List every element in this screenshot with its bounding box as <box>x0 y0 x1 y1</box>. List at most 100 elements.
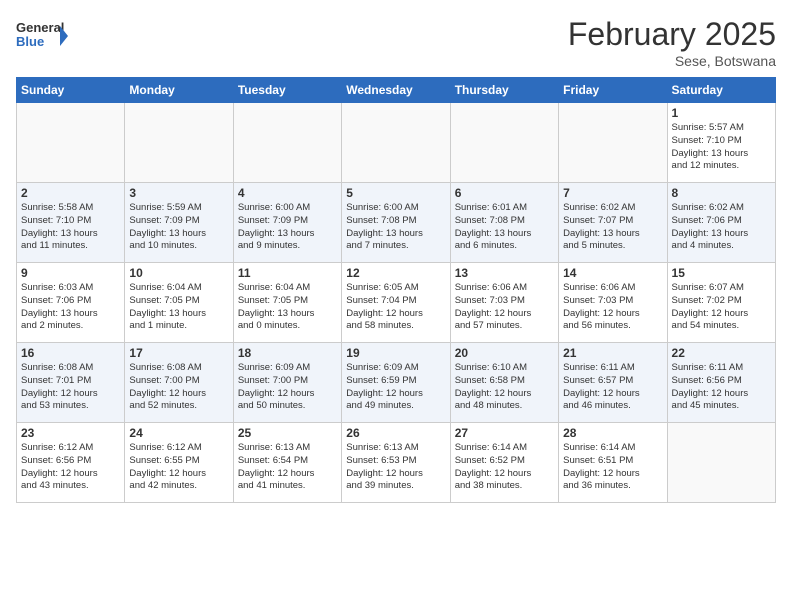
title-section: February 2025 Sese, Botswana <box>568 16 776 69</box>
header-saturday: Saturday <box>667 78 775 103</box>
table-row <box>342 103 450 183</box>
table-row: 1 Sunrise: 5:57 AM Sunset: 7:10 PM Daylig… <box>667 103 775 183</box>
day-number: 11 <box>238 266 337 280</box>
header-thursday: Thursday <box>450 78 558 103</box>
header-monday: Monday <box>125 78 233 103</box>
day-number: 18 <box>238 346 337 360</box>
table-row: 11 Sunrise: 6:04 AM Sunset: 7:05 PM Dayli… <box>233 263 341 343</box>
table-row: 2 Sunrise: 5:58 AM Sunset: 7:10 PM Daylig… <box>17 183 125 263</box>
table-row: 27 Sunrise: 6:14 AM Sunset: 6:52 PM Dayli… <box>450 423 558 503</box>
day-info: Sunrise: 6:11 AM Sunset: 6:57 PM Dayligh… <box>563 362 662 413</box>
table-row <box>233 103 341 183</box>
table-row: 15 Sunrise: 6:07 AM Sunset: 7:02 PM Dayli… <box>667 263 775 343</box>
table-row <box>450 103 558 183</box>
day-info: Sunrise: 6:12 AM Sunset: 6:56 PM Dayligh… <box>21 442 120 493</box>
day-number: 25 <box>238 426 337 440</box>
table-row: 13 Sunrise: 6:06 AM Sunset: 7:03 PM Dayli… <box>450 263 558 343</box>
day-info: Sunrise: 5:59 AM Sunset: 7:09 PM Dayligh… <box>129 202 228 253</box>
table-row: 17Sunrise: 6:08 AM Sunset: 7:00 PM Dayli… <box>125 343 233 423</box>
table-row: 26 Sunrise: 6:13 AM Sunset: 6:53 PM Dayli… <box>342 423 450 503</box>
day-number: 16 <box>21 346 120 360</box>
table-row: 3 Sunrise: 5:59 AM Sunset: 7:09 PM Daylig… <box>125 183 233 263</box>
logo-svg: General Blue <box>16 16 68 56</box>
day-info: Sunrise: 6:10 AM Sunset: 6:58 PM Dayligh… <box>455 362 554 413</box>
day-info: Sunrise: 6:08 AM Sunset: 7:01 PM Dayligh… <box>21 362 120 413</box>
calendar-title: February 2025 <box>568 16 776 53</box>
day-number: 12 <box>346 266 445 280</box>
day-info: Sunrise: 6:02 AM Sunset: 7:07 PM Dayligh… <box>563 202 662 253</box>
table-row: 16 Sunrise: 6:08 AM Sunset: 7:01 PM Dayli… <box>17 343 125 423</box>
day-info: Sunrise: 6:11 AM Sunset: 6:56 PM Dayligh… <box>672 362 771 413</box>
day-number: 26 <box>346 426 445 440</box>
day-info: Sunrise: 6:09 AM Sunset: 7:00 PM Dayligh… <box>238 362 337 413</box>
day-info: Sunrise: 6:03 AM Sunset: 7:06 PM Dayligh… <box>21 282 120 333</box>
day-number: 7 <box>563 186 662 200</box>
logo: General Blue <box>16 16 68 56</box>
day-info: Sunrise: 6:09 AM Sunset: 6:59 PM Dayligh… <box>346 362 445 413</box>
day-number: 6 <box>455 186 554 200</box>
calendar-table: Sunday Monday Tuesday Wednesday Thursday… <box>16 77 776 503</box>
day-info: Sunrise: 6:04 AM Sunset: 7:05 PM Dayligh… <box>129 282 228 333</box>
day-number: 3 <box>129 186 228 200</box>
day-number: 5 <box>346 186 445 200</box>
table-row: 6 Sunrise: 6:01 AM Sunset: 7:08 PM Daylig… <box>450 183 558 263</box>
day-info: Sunrise: 6:00 AM Sunset: 7:09 PM Dayligh… <box>238 202 337 253</box>
table-row <box>17 103 125 183</box>
header-tuesday: Tuesday <box>233 78 341 103</box>
day-number: 4 <box>238 186 337 200</box>
table-row: 28 Sunrise: 6:14 AM Sunset: 6:51 PM Dayli… <box>559 423 667 503</box>
day-info: Sunrise: 6:12 AM Sunset: 6:55 PM Dayligh… <box>129 442 228 493</box>
day-info: Sunrise: 6:00 AM Sunset: 7:08 PM Dayligh… <box>346 202 445 253</box>
table-row: 12 Sunrise: 6:05 AM Sunset: 7:04 PM Dayli… <box>342 263 450 343</box>
table-row: 24Sunrise: 6:12 AM Sunset: 6:55 PM Dayli… <box>125 423 233 503</box>
day-info: Sunrise: 6:06 AM Sunset: 7:03 PM Dayligh… <box>455 282 554 333</box>
day-number: 22 <box>672 346 771 360</box>
day-number: 21 <box>563 346 662 360</box>
day-number: 27 <box>455 426 554 440</box>
day-info: Sunrise: 6:08 AM Sunset: 7:00 PM Dayligh… <box>129 362 228 413</box>
table-row: 19Sunrise: 6:09 AM Sunset: 6:59 PM Dayli… <box>342 343 450 423</box>
table-row <box>125 103 233 183</box>
header-wednesday: Wednesday <box>342 78 450 103</box>
day-info: Sunrise: 6:07 AM Sunset: 7:02 PM Dayligh… <box>672 282 771 333</box>
header-sunday: Sunday <box>17 78 125 103</box>
day-info: Sunrise: 6:01 AM Sunset: 7:08 PM Dayligh… <box>455 202 554 253</box>
day-number: 15 <box>672 266 771 280</box>
day-info: Sunrise: 6:05 AM Sunset: 7:04 PM Dayligh… <box>346 282 445 333</box>
table-row: 4 Sunrise: 6:00 AM Sunset: 7:09 PM Daylig… <box>233 183 341 263</box>
svg-text:Blue: Blue <box>16 34 44 49</box>
day-number: 23 <box>21 426 120 440</box>
day-info: Sunrise: 5:57 AM Sunset: 7:10 PM Dayligh… <box>672 122 771 173</box>
table-row <box>667 423 775 503</box>
day-number: 20 <box>455 346 554 360</box>
day-info: Sunrise: 6:02 AM Sunset: 7:06 PM Dayligh… <box>672 202 771 253</box>
day-info: Sunrise: 6:14 AM Sunset: 6:51 PM Dayligh… <box>563 442 662 493</box>
day-number: 14 <box>563 266 662 280</box>
day-number: 13 <box>455 266 554 280</box>
day-info: Sunrise: 5:58 AM Sunset: 7:10 PM Dayligh… <box>21 202 120 253</box>
page-header: General Blue February 2025 Sese, Botswan… <box>16 16 776 69</box>
day-number: 2 <box>21 186 120 200</box>
calendar-subtitle: Sese, Botswana <box>568 53 776 69</box>
day-number: 9 <box>21 266 120 280</box>
day-number: 28 <box>563 426 662 440</box>
table-row: 25 Sunrise: 6:13 AM Sunset: 6:54 PM Dayli… <box>233 423 341 503</box>
table-row: 5 Sunrise: 6:00 AM Sunset: 7:08 PM Daylig… <box>342 183 450 263</box>
table-row: 23 Sunrise: 6:12 AM Sunset: 6:56 PM Dayli… <box>17 423 125 503</box>
day-info: Sunrise: 6:13 AM Sunset: 6:54 PM Dayligh… <box>238 442 337 493</box>
day-info: Sunrise: 6:13 AM Sunset: 6:53 PM Dayligh… <box>346 442 445 493</box>
table-row: 14 Sunrise: 6:06 AM Sunset: 7:03 PM Dayli… <box>559 263 667 343</box>
day-number: 1 <box>672 106 771 120</box>
day-info: Sunrise: 6:04 AM Sunset: 7:05 PM Dayligh… <box>238 282 337 333</box>
day-info: Sunrise: 6:14 AM Sunset: 6:52 PM Dayligh… <box>455 442 554 493</box>
table-row: 20 Sunrise: 6:10 AM Sunset: 6:58 PM Dayli… <box>450 343 558 423</box>
day-info: Sunrise: 6:06 AM Sunset: 7:03 PM Dayligh… <box>563 282 662 333</box>
day-number: 10 <box>129 266 228 280</box>
table-row: 18 Sunrise: 6:09 AM Sunset: 7:00 PM Dayli… <box>233 343 341 423</box>
table-row: 9 Sunrise: 6:03 AM Sunset: 7:06 PM Daylig… <box>17 263 125 343</box>
table-row: 7 Sunrise: 6:02 AM Sunset: 7:07 PM Daylig… <box>559 183 667 263</box>
table-row: 21 Sunrise: 6:11 AM Sunset: 6:57 PM Dayli… <box>559 343 667 423</box>
table-row: 8 Sunrise: 6:02 AM Sunset: 7:06 PM Daylig… <box>667 183 775 263</box>
day-number: 8 <box>672 186 771 200</box>
table-row: 22 Sunrise: 6:11 AM Sunset: 6:56 PM Dayli… <box>667 343 775 423</box>
